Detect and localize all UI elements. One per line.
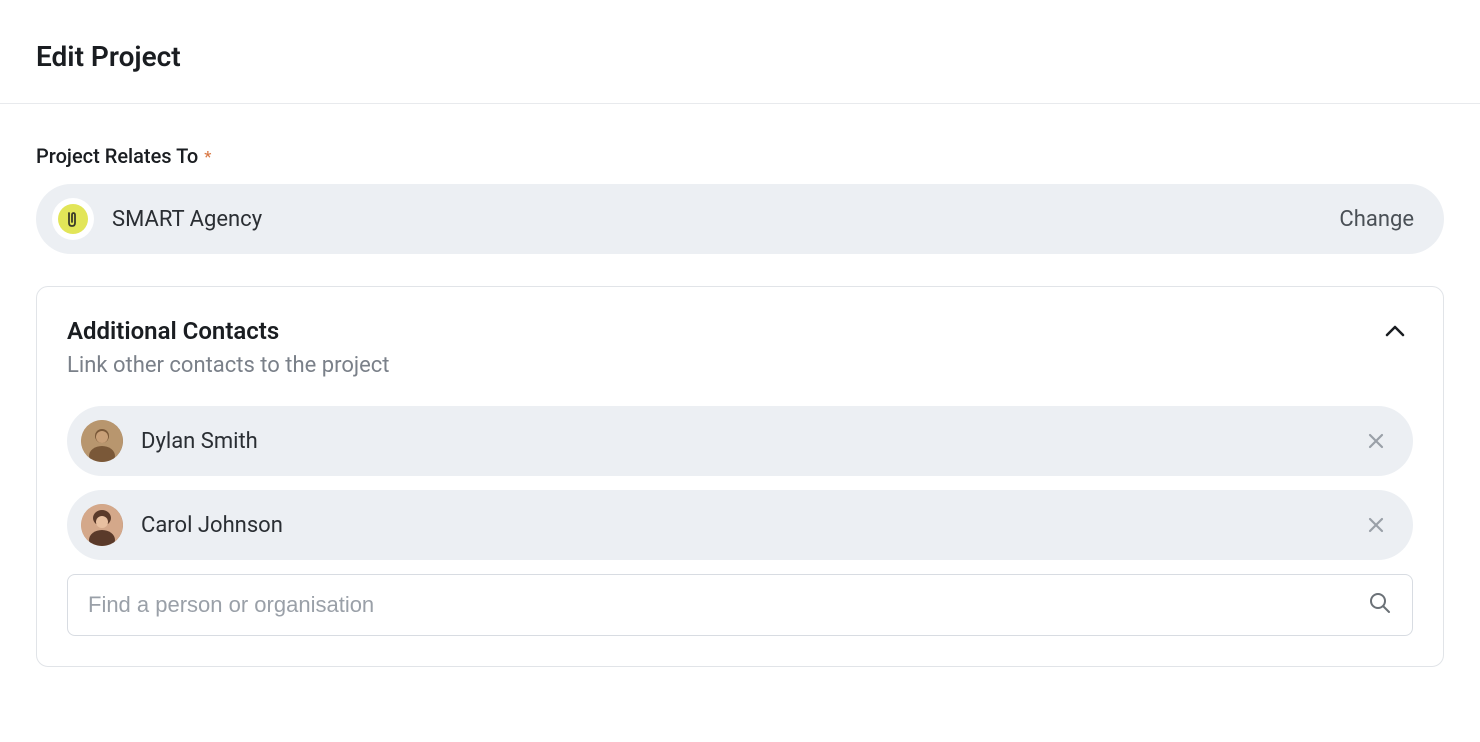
org-avatar-icon — [58, 204, 88, 234]
additional-contacts-card: Additional Contacts Link other contacts … — [36, 286, 1444, 667]
contact-left: Dylan Smith — [81, 420, 258, 462]
org-avatar — [52, 198, 94, 240]
close-icon — [1367, 516, 1385, 534]
relates-to-label: Project Relates To * — [36, 144, 1444, 168]
close-icon — [1367, 432, 1385, 450]
collapse-toggle[interactable] — [1377, 317, 1413, 345]
contact-name: Dylan Smith — [141, 429, 258, 454]
search-icon — [1368, 591, 1392, 619]
contact-search-input[interactable] — [88, 592, 1368, 618]
contact-row: Carol Johnson — [67, 490, 1413, 560]
change-button[interactable]: Change — [1339, 207, 1414, 232]
contact-name: Carol Johnson — [141, 513, 283, 538]
page-header: Edit Project — [0, 0, 1480, 104]
remove-contact-button[interactable] — [1363, 512, 1389, 538]
content-area: Project Relates To * SMART Agency Change… — [0, 104, 1480, 707]
card-header: Additional Contacts Link other contacts … — [67, 317, 1413, 378]
contact-search-row[interactable] — [67, 574, 1413, 636]
required-asterisk: * — [204, 147, 211, 166]
relates-to-label-text: Project Relates To — [36, 144, 198, 168]
contact-left: Carol Johnson — [81, 504, 283, 546]
chevron-up-icon — [1385, 325, 1405, 337]
card-header-text: Additional Contacts Link other contacts … — [67, 317, 390, 378]
relates-to-row: SMART Agency Change — [36, 184, 1444, 254]
avatar — [81, 420, 123, 462]
page-title: Edit Project — [36, 40, 1444, 73]
relates-to-left: SMART Agency — [52, 198, 262, 240]
avatar — [81, 504, 123, 546]
remove-contact-button[interactable] — [1363, 428, 1389, 454]
additional-contacts-title: Additional Contacts — [67, 317, 390, 345]
relates-to-org-name: SMART Agency — [112, 207, 262, 232]
additional-contacts-subtitle: Link other contacts to the project — [67, 353, 390, 378]
contact-row: Dylan Smith — [67, 406, 1413, 476]
